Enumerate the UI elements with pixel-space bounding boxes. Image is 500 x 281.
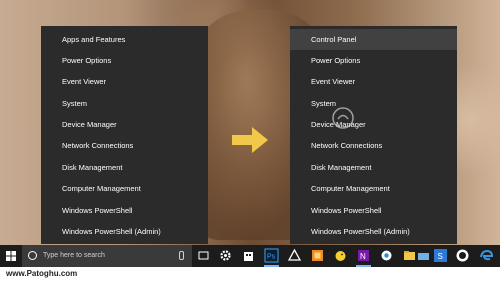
menu-item-windows-powershell[interactable]: Windows PowerShell	[41, 200, 208, 221]
menu-item-computer-management[interactable]: Computer Management	[41, 178, 208, 199]
menu-item-power-options[interactable]: Power Options	[41, 50, 208, 71]
camera-app-icon[interactable]	[379, 248, 394, 263]
menu-item-network-connections[interactable]: Network Connections	[41, 135, 208, 156]
svg-text:Ps: Ps	[267, 254, 276, 261]
winx-menu-after: Control Panel Power Options Event Viewer…	[290, 26, 457, 244]
winx-menu-before: Apps and Features Power Options Event Vi…	[41, 26, 208, 244]
menu-item-apps-and-features[interactable]: Apps and Features	[41, 29, 208, 50]
menu-item-event-viewer[interactable]: Event Viewer	[290, 71, 457, 92]
cortana-icon	[28, 251, 37, 260]
menu-item-disk-management[interactable]: Disk Management	[41, 157, 208, 178]
menu-item-device-manager[interactable]: Device Manager	[290, 114, 457, 135]
menu-item-control-panel[interactable]: Control Panel	[290, 29, 457, 50]
onenote-icon[interactable]: N	[356, 248, 371, 263]
taskbar: Type here to search Ps N S	[0, 245, 500, 267]
svg-text:N: N	[360, 252, 366, 261]
menu-item-system[interactable]: System	[41, 93, 208, 114]
duck-app-icon[interactable]	[333, 248, 348, 263]
menu-item-disk-management[interactable]: Disk Management	[290, 157, 457, 178]
photoshop-icon[interactable]: Ps	[264, 248, 279, 263]
file-explorer-icon[interactable]	[402, 248, 417, 263]
arrow-right-icon	[232, 127, 268, 153]
s-app-icon[interactable]: S	[433, 248, 448, 263]
microphone-icon[interactable]	[179, 251, 184, 260]
task-view-icon[interactable]	[196, 248, 211, 263]
menu-item-computer-management[interactable]: Computer Management	[290, 178, 457, 199]
svg-text:S: S	[438, 252, 443, 261]
box-app-icon[interactable]	[310, 248, 325, 263]
menu-item-windows-powershell-admin[interactable]: Windows PowerShell (Admin)	[41, 221, 208, 242]
footer-watermark-bar: www.Patoghu.com	[0, 267, 500, 281]
taskbar-search-box[interactable]: Type here to search	[22, 245, 192, 267]
store-icon[interactable]	[241, 248, 256, 263]
folder-icon[interactable]	[416, 248, 431, 263]
menu-item-windows-powershell[interactable]: Windows PowerShell	[290, 200, 457, 221]
menu-item-network-connections[interactable]: Network Connections	[290, 135, 457, 156]
vector-app-icon[interactable]	[287, 248, 302, 263]
settings-gear-icon[interactable]	[218, 248, 233, 263]
menu-item-windows-powershell-admin[interactable]: Windows PowerShell (Admin)	[290, 221, 457, 242]
edge-icon[interactable]	[478, 248, 494, 264]
menu-item-device-manager[interactable]: Device Manager	[41, 114, 208, 135]
menu-item-system[interactable]: System	[290, 93, 457, 114]
menu-item-event-viewer[interactable]: Event Viewer	[41, 71, 208, 92]
media-app-icon[interactable]	[455, 248, 470, 263]
watermark-text: www.Patoghu.com	[6, 269, 78, 278]
search-placeholder: Type here to search	[43, 252, 105, 259]
menu-item-power-options[interactable]: Power Options	[290, 50, 457, 71]
site-logo-watermark-icon	[332, 107, 354, 129]
windows-start-icon[interactable]	[0, 245, 22, 267]
